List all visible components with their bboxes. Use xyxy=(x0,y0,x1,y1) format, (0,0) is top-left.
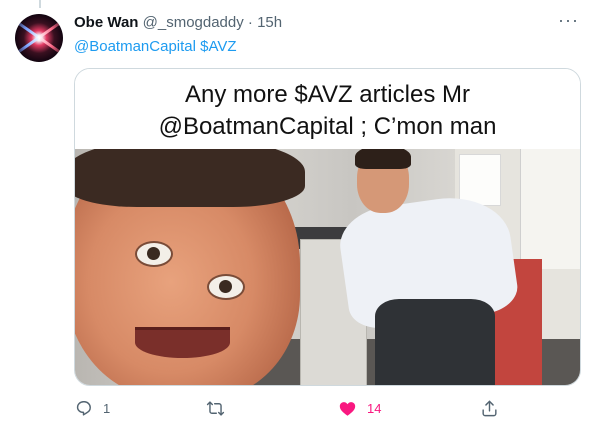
photo-poster xyxy=(459,154,501,206)
avatar[interactable] xyxy=(15,14,63,62)
photo-person-hair xyxy=(355,149,411,169)
retweet-icon xyxy=(206,400,225,416)
caption-line-1: Any more $AVZ articles Mr xyxy=(185,81,470,108)
tweet[interactable]: Obe Wan @_smogdaddy · 15h ··· @BoatmanCa… xyxy=(0,0,601,439)
photo-cabinet xyxy=(520,149,580,269)
like-count: 14 xyxy=(367,400,382,416)
like-button[interactable]: 14 xyxy=(338,396,381,420)
share-icon xyxy=(482,400,497,416)
separator-dot: · xyxy=(247,14,253,31)
meme-caption: Any more $AVZ articles Mr @BoatmanCapita… xyxy=(75,69,580,149)
thread-line xyxy=(39,0,41,8)
caption-line-2: @BoatmanCapital ; C’mon man xyxy=(158,113,497,140)
reply-button[interactable]: 1 xyxy=(74,396,110,420)
media-card[interactable]: Any more $AVZ articles Mr @BoatmanCapita… xyxy=(74,68,581,386)
reply-count: 1 xyxy=(103,400,111,416)
photo-person-pants xyxy=(375,299,495,385)
meme-photo[interactable] xyxy=(75,149,580,385)
tweet-text[interactable]: @BoatmanCapital $AVZ xyxy=(74,38,237,56)
tweet-header: Obe Wan @_smogdaddy · 15h xyxy=(74,14,282,32)
user-handle[interactable]: @_smogdaddy xyxy=(143,14,244,31)
photo-eye-right xyxy=(207,274,245,300)
timestamp[interactable]: 15h xyxy=(257,14,282,31)
more-options-icon[interactable]: ··· xyxy=(558,11,579,29)
heart-icon xyxy=(339,401,356,416)
tweet-actions: 1 14 xyxy=(74,396,579,420)
photo-closeup-hair xyxy=(75,149,305,207)
retweet-button[interactable] xyxy=(206,396,235,420)
reply-icon xyxy=(76,400,91,416)
photo-mouth xyxy=(135,327,230,358)
share-button[interactable] xyxy=(480,396,499,420)
photo-eye-left xyxy=(135,241,173,267)
display-name[interactable]: Obe Wan xyxy=(74,14,138,31)
